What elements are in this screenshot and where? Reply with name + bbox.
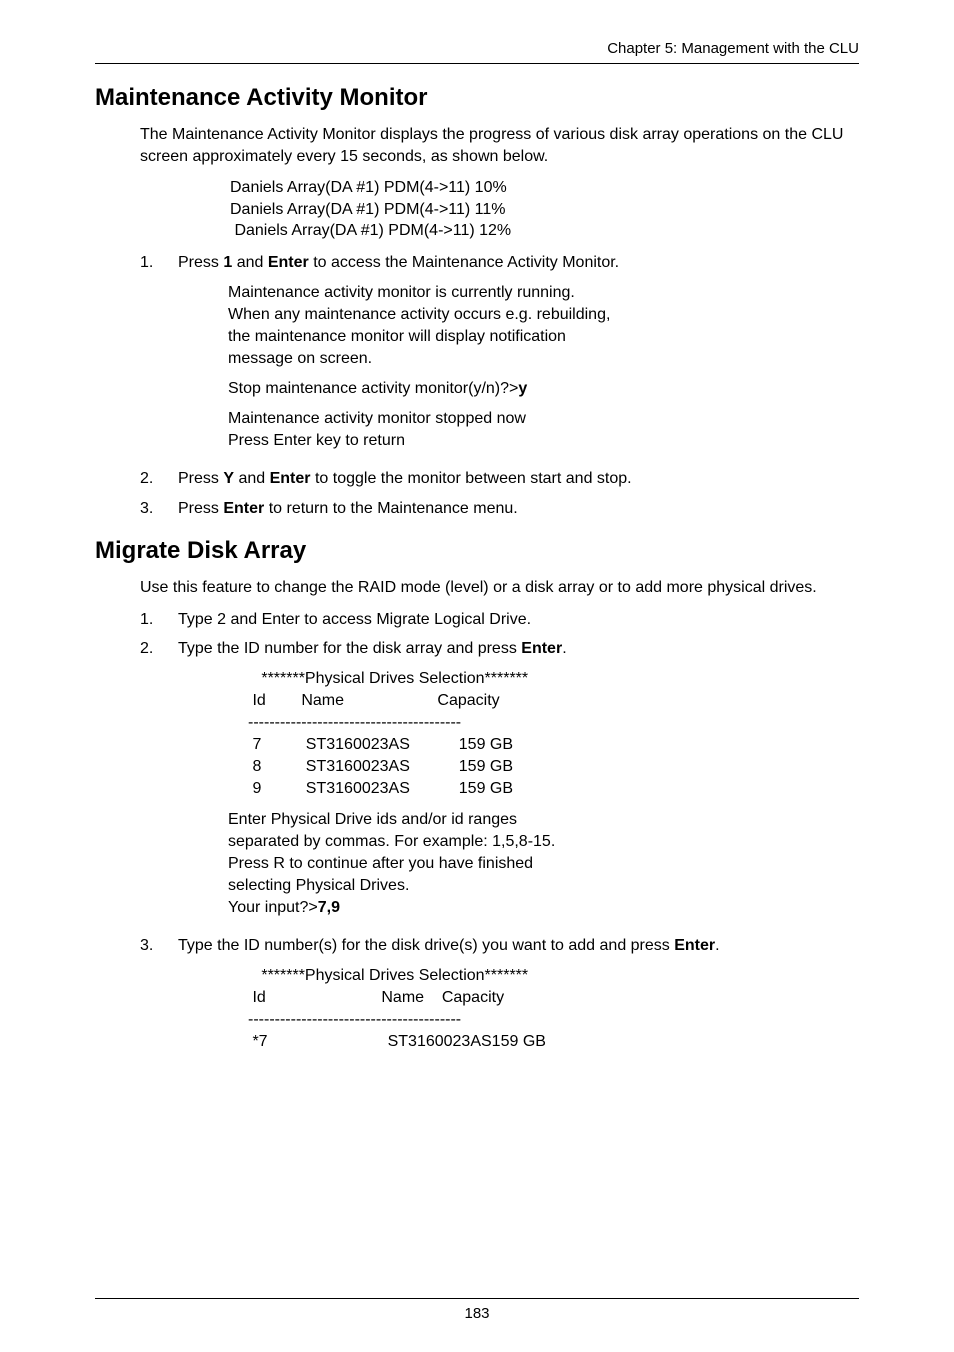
console-line: Maintenance activity monitor stopped now: [228, 408, 859, 430]
drive-table: *******Physical Drives Selection******* …: [248, 668, 859, 800]
step-text: Type the ID number for the disk array an…: [178, 638, 859, 926]
step-number: 1.: [140, 252, 178, 460]
t: Your input?>: [228, 899, 318, 916]
step-item: 2. Type the ID number for the disk array…: [140, 638, 859, 926]
key: Y: [223, 470, 234, 487]
step-item: 1. Type 2 and Enter to access Migrate Lo…: [140, 609, 859, 631]
key: 1: [223, 254, 232, 271]
console-block: Maintenance activity monitor stopped now…: [228, 408, 859, 452]
table-header: Id Name Capacity: [248, 690, 859, 712]
t: to toggle the monitor between start and …: [311, 470, 632, 487]
console-line: selecting Physical Drives.: [228, 875, 859, 897]
table-header: Id Name Capacity: [248, 987, 859, 1009]
table-row: 8 ST3160023AS 159 GB: [248, 756, 859, 778]
console-line: Maintenance activity monitor is currentl…: [228, 282, 859, 304]
step-item: 3. Press Enter to return to the Maintena…: [140, 498, 859, 520]
step-number: 2.: [140, 468, 178, 490]
step-number: 1.: [140, 609, 178, 631]
step-item: 2. Press Y and Enter to toggle the monit…: [140, 468, 859, 490]
console-line: Enter Physical Drive ids and/or id range…: [228, 809, 859, 831]
t: .: [562, 640, 566, 657]
console-line: Your input?>7,9: [228, 897, 859, 919]
t: Type the ID number for the disk array an…: [178, 640, 521, 657]
t: Press: [178, 470, 223, 487]
console-line: separated by commas. For example: 1,5,8-…: [228, 831, 859, 853]
t: Stop maintenance activity monitor(y/n)?>: [228, 380, 518, 397]
step-text: Press Y and Enter to toggle the monitor …: [178, 468, 859, 490]
console-line: Stop maintenance activity monitor(y/n)?>…: [228, 378, 859, 400]
console-block: Maintenance activity monitor is currentl…: [228, 282, 859, 370]
step-text: Press 1 and Enter to access the Maintena…: [178, 252, 859, 460]
step-text: Type the ID number(s) for the disk drive…: [178, 935, 859, 1061]
console-line: message on screen.: [228, 348, 859, 370]
console-line: the maintenance monitor will display not…: [228, 326, 859, 348]
header-chapter: Chapter 5: Management with the CLU: [95, 40, 859, 64]
t: to access the Maintenance Activity Monit…: [309, 254, 619, 271]
intro-maintenance: The Maintenance Activity Monitor display…: [140, 124, 859, 167]
t: and: [234, 470, 270, 487]
intro-migrate: Use this feature to change the RAID mode…: [140, 577, 859, 599]
sample-output: Daniels Array(DA #1) PDM(4->11) 10% Dani…: [230, 177, 859, 242]
table-row: 7 ST3160023AS 159 GB: [248, 734, 859, 756]
key: Enter: [521, 640, 562, 657]
user-input: 7,9: [318, 899, 340, 916]
user-input: y: [518, 380, 527, 397]
step-text: Press Enter to return to the Maintenance…: [178, 498, 859, 520]
t: Press: [178, 500, 223, 517]
console-line: When any maintenance activity occurs e.g…: [228, 304, 859, 326]
drive-table: *******Physical Drives Selection******* …: [248, 965, 859, 1053]
step-number: 3.: [140, 498, 178, 520]
t: and: [232, 254, 268, 271]
footer: 183: [95, 1298, 859, 1322]
key: Enter: [223, 500, 264, 517]
console-line: Press R to continue after you have finis…: [228, 853, 859, 875]
key: Enter: [674, 937, 715, 954]
table-title: *******Physical Drives Selection*******: [248, 965, 859, 987]
step-item: 3. Type the ID number(s) for the disk dr…: [140, 935, 859, 1061]
heading-maintenance: Maintenance Activity Monitor: [95, 84, 859, 112]
t: .: [715, 937, 719, 954]
table-sep: ----------------------------------------: [248, 712, 859, 734]
key: Enter: [268, 254, 309, 271]
heading-migrate: Migrate Disk Array: [95, 537, 859, 565]
console-block: Stop maintenance activity monitor(y/n)?>…: [228, 378, 859, 400]
table-title: *******Physical Drives Selection*******: [248, 668, 859, 690]
page-number: 183: [464, 1305, 489, 1322]
sample-line: Daniels Array(DA #1) PDM(4->11) 10%: [230, 177, 859, 199]
console-block: Enter Physical Drive ids and/or id range…: [228, 809, 859, 919]
t: Press: [178, 254, 223, 271]
table-row: *7 ST3160023AS159 GB: [248, 1031, 859, 1053]
step-number: 3.: [140, 935, 178, 1061]
sample-line: Daniels Array(DA #1) PDM(4->11) 12%: [230, 220, 859, 242]
sample-line: Daniels Array(DA #1) PDM(4->11) 11%: [230, 199, 859, 221]
t: to return to the Maintenance menu.: [264, 500, 517, 517]
table-row: 9 ST3160023AS 159 GB: [248, 778, 859, 800]
table-sep: ----------------------------------------: [248, 1009, 859, 1031]
step-text: Type 2 and Enter to access Migrate Logic…: [178, 609, 859, 631]
key: Enter: [270, 470, 311, 487]
step-item: 1. Press 1 and Enter to access the Maint…: [140, 252, 859, 460]
console-line: Press Enter key to return: [228, 430, 859, 452]
step-number: 2.: [140, 638, 178, 926]
t: Type the ID number(s) for the disk drive…: [178, 937, 674, 954]
